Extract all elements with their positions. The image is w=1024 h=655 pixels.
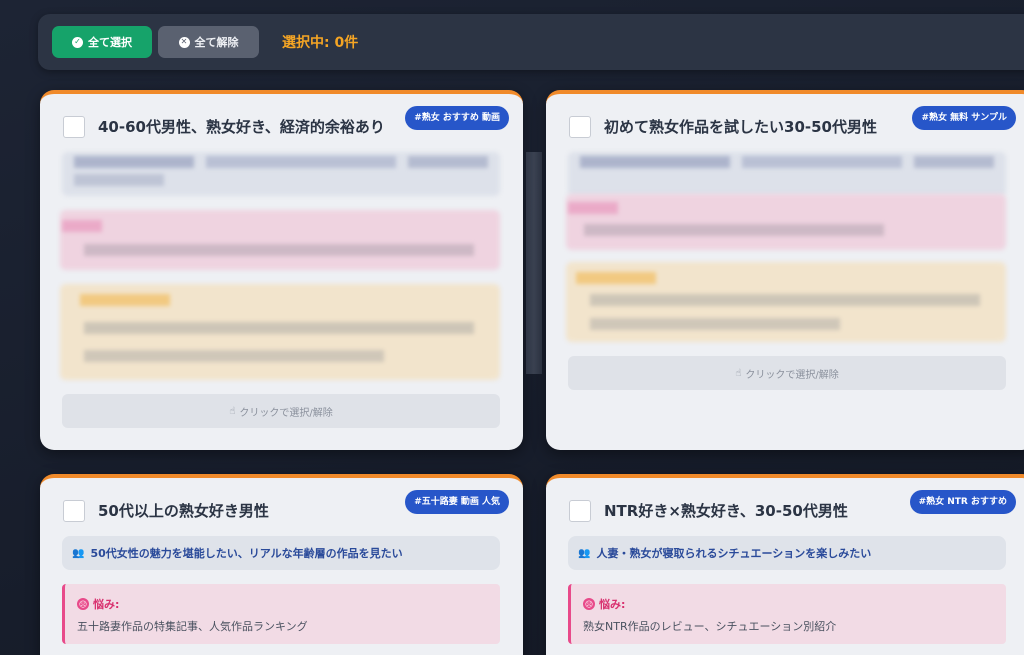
target-summary: 👥 人妻・熟女が寝取られるシチュエーションを楽しみたい	[568, 536, 1006, 570]
select-all-label: 全て選択	[88, 36, 132, 49]
target-summary: 👥 50代女性の魅力を堪能したい、リアルな年齢層の作品を見たい	[62, 536, 500, 570]
persona-card[interactable]: 50代以上の熟女好き男性 #五十路妻 動画 人気 👥 50代女性の魅力を堪能した…	[40, 474, 523, 655]
click-toggle-hint[interactable]: ☝ クリックで選択/解除	[568, 356, 1006, 390]
frown-icon: ☹	[583, 598, 595, 610]
pain-label-text: 悩み:	[599, 598, 626, 611]
persona-card[interactable]: 40-60代男性、熟女好き、経済的余裕あり #熟女 おすすめ 動画 ☝ クリック…	[40, 90, 523, 450]
card-title: NTR好き×熟女好き、30-50代男性	[604, 502, 848, 520]
click-hint-label: クリックで選択/解除	[745, 369, 839, 381]
pain-label-text: 悩み:	[93, 598, 120, 611]
keyword-tag: #五十路妻 動画 人気	[405, 490, 509, 514]
users-icon: 👥	[72, 547, 85, 559]
pain-label: ☹ 悩み:	[77, 596, 119, 612]
pain-point-box: ☹ 悩み: 熟女NTR作品のレビュー、シチュエーション別紹介	[568, 584, 1006, 644]
click-hint-label: クリックで選択/解除	[239, 407, 333, 419]
clear-all-button[interactable]: ✕ 全て解除	[158, 26, 259, 58]
card-title: 50代以上の熟女好き男性	[98, 502, 269, 520]
select-all-button[interactable]: ✓ 全て選択	[52, 26, 152, 58]
pointer-hand-icon: ☝	[735, 367, 742, 379]
scroll-divider	[526, 152, 542, 374]
persona-card[interactable]: NTR好き×熟女好き、30-50代男性 #熟女 NTR おすすめ 👥 人妻・熟女…	[546, 474, 1024, 655]
x-circle-icon: ✕	[178, 36, 190, 48]
persona-card[interactable]: 初めて熟女作品を試したい30-50代男性 #熟女 無料 サンプル ☝ クリックで…	[546, 90, 1024, 450]
users-icon: 👥	[578, 547, 591, 559]
card-title: 初めて熟女作品を試したい30-50代男性	[604, 118, 877, 136]
card-title: 40-60代男性、熟女好き、経済的余裕あり	[98, 118, 385, 136]
pain-text: 熟女NTR作品のレビュー、シチュエーション別紹介	[583, 620, 837, 633]
target-text: 50代女性の魅力を堪能したい、リアルな年齢層の作品を見たい	[90, 547, 403, 560]
card-checkbox[interactable]	[63, 500, 85, 522]
pointer-hand-icon: ☝	[229, 405, 236, 417]
card-checkbox[interactable]	[63, 116, 85, 138]
keyword-tag: #熟女 NTR おすすめ	[909, 490, 1016, 514]
pain-label: ☹ 悩み:	[583, 596, 625, 612]
frown-icon: ☹	[77, 598, 89, 610]
selected-count: 選択中: 0件	[282, 35, 359, 51]
click-toggle-hint[interactable]: ☝ クリックで選択/解除	[62, 394, 500, 428]
selection-toolbar: ✓ 全て選択 ✕ 全て解除 選択中: 0件	[38, 14, 1024, 70]
target-text: 人妻・熟女が寝取られるシチュエーションを楽しみたい	[596, 547, 872, 560]
keyword-tag: #熟女 無料 サンプル	[912, 106, 1016, 130]
pain-point-box: ☹ 悩み: 五十路妻作品の特集記事、人気作品ランキング	[62, 584, 500, 644]
card-checkbox[interactable]	[569, 500, 591, 522]
pain-text: 五十路妻作品の特集記事、人気作品ランキング	[77, 620, 308, 633]
check-circle-icon: ✓	[72, 36, 83, 48]
clear-all-label: 全て解除	[194, 36, 239, 49]
keyword-tag: #熟女 おすすめ 動画	[405, 106, 509, 130]
card-checkbox[interactable]	[569, 116, 591, 138]
